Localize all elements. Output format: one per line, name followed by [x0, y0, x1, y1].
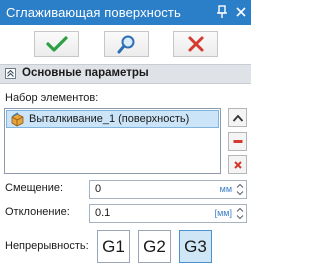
- offset-field[interactable]: 0 мм: [89, 180, 247, 199]
- cancel-button[interactable]: [173, 31, 218, 57]
- list-item-label: Выталкивание_1 (поверхность): [29, 113, 190, 125]
- action-toolbar: [0, 25, 251, 62]
- panel-title: Сглаживающая поверхность: [6, 5, 181, 20]
- ok-button[interactable]: [34, 31, 79, 57]
- extrusion-icon: [10, 112, 25, 127]
- magnifier-icon: [117, 35, 134, 54]
- offset-value: 0: [95, 183, 102, 195]
- continuity-label: Непрерывность:: [5, 240, 89, 252]
- continuity-g3-button[interactable]: G3: [179, 230, 212, 263]
- offset-unit: мм: [219, 184, 232, 194]
- offset-label: Смещение:: [5, 182, 64, 194]
- section-title: Основные параметры: [22, 67, 149, 79]
- pin-icon[interactable]: [215, 3, 229, 21]
- cross-icon: [188, 36, 203, 52]
- deviation-spinner[interactable]: [235, 206, 245, 221]
- title-bar: Сглаживающая поверхность: [0, 0, 251, 25]
- elements-list[interactable]: Выталкивание_1 (поверхность): [4, 108, 221, 174]
- close-icon[interactable]: [234, 3, 248, 21]
- move-up-icon: [232, 114, 243, 122]
- deviation-unit: [мм]: [214, 208, 232, 218]
- main-params-section-header[interactable]: Основные параметры: [0, 64, 251, 84]
- smooth-surface-panel: Сглаживающая поверхность Основные параме…: [0, 0, 251, 269]
- deviation-label: Отклонение:: [5, 206, 70, 218]
- checkmark-icon: [45, 36, 68, 52]
- continuity-g2-button[interactable]: G2: [138, 230, 171, 263]
- deviation-value: 0.1: [95, 207, 111, 219]
- preview-button[interactable]: [104, 31, 149, 57]
- remove-button[interactable]: [228, 132, 247, 151]
- chevron-up-icon[interactable]: [5, 68, 16, 79]
- move-up-button[interactable]: [228, 108, 247, 127]
- continuity-g1-button[interactable]: G1: [97, 230, 130, 263]
- list-item[interactable]: Выталкивание_1 (поверхность): [6, 110, 219, 128]
- delete-button[interactable]: [228, 155, 247, 174]
- deviation-field[interactable]: 0.1 [мм]: [89, 204, 247, 223]
- delete-icon: [233, 160, 242, 169]
- minus-icon: [233, 139, 242, 143]
- elements-label: Набор элементов:: [5, 92, 99, 104]
- offset-spinner[interactable]: [235, 182, 245, 197]
